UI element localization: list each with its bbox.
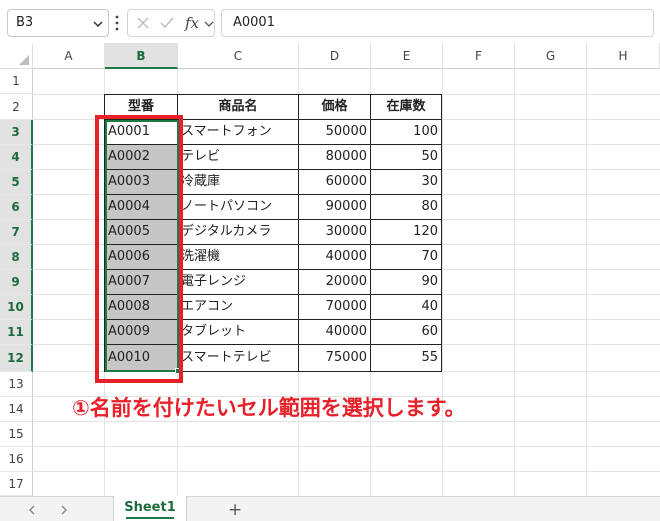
gridline xyxy=(33,446,660,447)
name-box-value: B3 xyxy=(16,15,34,30)
insert-function-button[interactable]: fx xyxy=(185,14,199,32)
table-cell-stock[interactable]: 70 xyxy=(371,245,442,270)
table-cell-stock[interactable]: 60 xyxy=(371,320,442,345)
column-header-d[interactable]: D xyxy=(299,43,371,69)
table-cell-model[interactable]: A0008 xyxy=(105,295,178,320)
more-options-icon[interactable] xyxy=(114,13,120,33)
gridline xyxy=(514,69,515,496)
select-all-icon xyxy=(19,55,29,65)
formula-input[interactable]: A0001 xyxy=(221,9,654,37)
row-header-13[interactable]: 13 xyxy=(0,372,33,397)
table-cell-product[interactable]: 洗濯機 xyxy=(178,245,299,270)
row-header-14[interactable]: 14 xyxy=(0,397,33,422)
chevron-left-icon[interactable] xyxy=(28,505,36,515)
chevron-right-icon[interactable] xyxy=(60,505,68,515)
table-cell-price[interactable]: 70000 xyxy=(299,295,371,320)
table-cell-product[interactable]: 冷蔵庫 xyxy=(178,170,299,195)
cancel-icon[interactable] xyxy=(136,16,150,30)
table-cell-price[interactable]: 20000 xyxy=(299,270,371,295)
row-header-11[interactable]: 11 xyxy=(0,320,33,345)
column-header-a[interactable]: A xyxy=(33,43,105,69)
row-header-5[interactable]: 5 xyxy=(0,170,33,195)
sheet-tab-bar: Sheet1 + xyxy=(0,496,660,521)
row-header-3[interactable]: 3 xyxy=(0,120,33,145)
add-sheet-button[interactable]: + xyxy=(228,500,242,520)
table-cell-model[interactable]: A0010 xyxy=(105,345,178,372)
gridline xyxy=(586,69,587,496)
table-cell-product[interactable]: 電子レンジ xyxy=(178,270,299,295)
table-header-cell[interactable]: 型番 xyxy=(105,95,178,120)
row-header-4[interactable]: 4 xyxy=(0,145,33,170)
table-cell-stock[interactable]: 30 xyxy=(371,170,442,195)
select-all-corner[interactable] xyxy=(0,43,33,69)
column-header-e[interactable]: E xyxy=(371,43,443,69)
column-header-b[interactable]: B xyxy=(105,43,178,69)
row-header-1[interactable]: 1 xyxy=(0,69,33,94)
table-cell-stock[interactable]: 80 xyxy=(371,195,442,220)
table-cell-stock[interactable]: 90 xyxy=(371,270,442,295)
row-header-7[interactable]: 7 xyxy=(0,220,33,245)
table-cell-price[interactable]: 30000 xyxy=(299,220,371,245)
row-header-10[interactable]: 10 xyxy=(0,295,33,320)
table-cell-model[interactable]: A0009 xyxy=(105,320,178,345)
table-header-cell[interactable]: 在庫数 xyxy=(371,95,442,120)
table-cell-stock[interactable]: 100 xyxy=(371,120,442,145)
table-cell-price[interactable]: 60000 xyxy=(299,170,371,195)
row-header-6[interactable]: 6 xyxy=(0,195,33,220)
table-header-cell[interactable]: 価格 xyxy=(299,95,371,120)
table-cell-price[interactable]: 90000 xyxy=(299,195,371,220)
table-cell-stock[interactable]: 120 xyxy=(371,220,442,245)
table-cell-stock[interactable]: 40 xyxy=(371,295,442,320)
table-cell-price[interactable]: 40000 xyxy=(299,245,371,270)
column-header-h[interactable]: H xyxy=(587,43,660,69)
table-cell-stock[interactable]: 55 xyxy=(371,345,442,372)
formula-buttons: fx xyxy=(127,9,215,37)
table-cell-model[interactable]: A0001 xyxy=(105,120,178,145)
chevron-down-icon[interactable] xyxy=(92,19,104,29)
row-header-15[interactable]: 15 xyxy=(0,422,33,447)
row-header-17[interactable]: 17 xyxy=(0,472,33,496)
fill-handle[interactable] xyxy=(175,368,181,374)
table-cell-product[interactable]: テレビ xyxy=(178,145,299,170)
formula-bar: B3 fx A0001 xyxy=(0,0,660,46)
table-cell-price[interactable]: 50000 xyxy=(299,120,371,145)
table-cell-price[interactable]: 75000 xyxy=(299,345,371,372)
table-cell-product[interactable]: ノートパソコン xyxy=(178,195,299,220)
table-cell-product[interactable]: デジタルカメラ xyxy=(178,220,299,245)
chevron-down-icon[interactable] xyxy=(204,20,214,28)
table-cell-model[interactable]: A0002 xyxy=(105,145,178,170)
table-cell-model[interactable]: A0003 xyxy=(105,170,178,195)
name-box[interactable]: B3 xyxy=(7,9,109,37)
table-cell-model[interactable]: A0005 xyxy=(105,220,178,245)
column-header-g[interactable]: G xyxy=(515,43,587,69)
table-cell-model[interactable]: A0004 xyxy=(105,195,178,220)
table-cell-model[interactable]: A0007 xyxy=(105,270,178,295)
table-cell-price[interactable]: 80000 xyxy=(299,145,371,170)
table-cell-product[interactable]: エアコン xyxy=(178,295,299,320)
row-header-2[interactable]: 2 xyxy=(0,94,33,120)
table-header-cell[interactable]: 商品名 xyxy=(178,95,299,120)
gridline xyxy=(33,471,660,472)
confirm-check-icon[interactable] xyxy=(159,16,175,30)
table-cell-product[interactable]: スマートフォン xyxy=(178,120,299,145)
row-header-12[interactable]: 12 xyxy=(0,345,33,372)
row-header-16[interactable]: 16 xyxy=(0,447,33,472)
table-cell-price[interactable]: 40000 xyxy=(299,320,371,345)
row-header-9[interactable]: 9 xyxy=(0,270,33,295)
sheet-tab-sheet1[interactable]: Sheet1 xyxy=(113,496,187,521)
table-cell-product[interactable]: スマートテレビ xyxy=(178,345,299,372)
row-header-8[interactable]: 8 xyxy=(0,245,33,270)
table-cell-model[interactable]: A0006 xyxy=(105,245,178,270)
column-header-f[interactable]: F xyxy=(443,43,515,69)
table-cell-product[interactable]: タブレット xyxy=(178,320,299,345)
formula-value: A0001 xyxy=(233,15,275,30)
table-cell-stock[interactable]: 50 xyxy=(371,145,442,170)
instruction-annotation: ①名前を付けたいセル範囲を選択します。 xyxy=(72,396,466,420)
gridline xyxy=(442,69,443,496)
column-header-c[interactable]: C xyxy=(178,43,299,69)
